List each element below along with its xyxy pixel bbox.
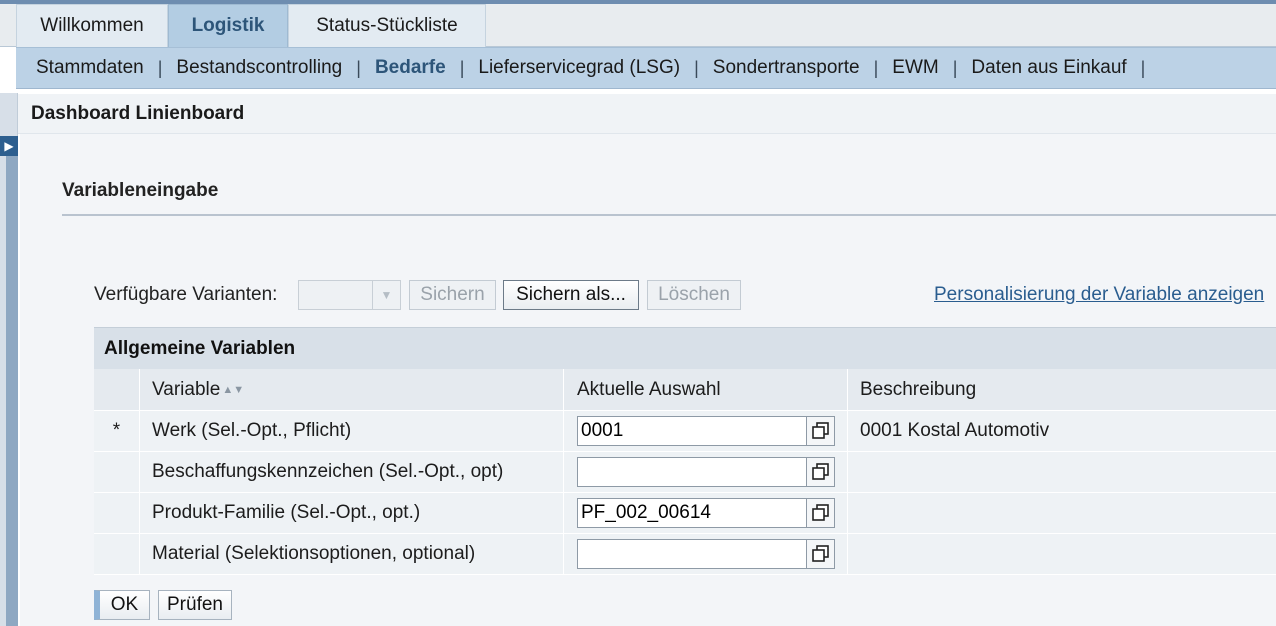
header-current-selection: Aktuelle Auswahl <box>564 369 848 410</box>
left-navigation-panel <box>0 93 18 626</box>
chevron-down-icon[interactable]: ▼ <box>372 281 400 309</box>
table-row: * Werk (Sel.-Opt., Pflicht) 0001 Kostal … <box>94 411 1276 452</box>
variable-description <box>848 493 1276 533</box>
required-marker <box>94 452 140 492</box>
check-button[interactable]: Prüfen <box>158 590 232 620</box>
separator: | <box>1140 57 1146 78</box>
separator: | <box>952 57 958 78</box>
produkt-familie-input-group <box>577 498 835 528</box>
variants-label: Verfügbare Varianten: <box>94 284 278 305</box>
separator: | <box>356 57 361 78</box>
subtab-sondertransporte[interactable]: Sondertransporte <box>713 57 860 79</box>
expand-panel-arrow-icon[interactable]: ▶ <box>0 136 18 156</box>
value-help-icon[interactable] <box>806 457 835 487</box>
material-input[interactable] <box>577 539 807 569</box>
header-variable-label: Variable <box>152 378 221 400</box>
subtab-bestandscontrolling[interactable]: Bestandscontrolling <box>176 57 342 79</box>
selection-cell <box>564 411 848 451</box>
variable-name: Beschaffungskennzeichen (Sel.-Opt., opt) <box>140 452 564 492</box>
subtab-lieferservicegrad[interactable]: Lieferservicegrad (LSG) <box>478 57 680 79</box>
value-help-icon[interactable] <box>806 498 835 528</box>
selection-cell <box>564 534 848 574</box>
produkt-familie-input[interactable] <box>577 498 807 528</box>
value-help-icon[interactable] <box>806 416 835 446</box>
subtab-daten-aus-einkauf[interactable]: Daten aus Einkauf <box>971 57 1126 79</box>
required-marker <box>94 534 140 574</box>
save-variant-button[interactable]: Sichern <box>409 280 496 310</box>
tab-logistik[interactable]: Logistik <box>168 4 288 47</box>
ok-button[interactable]: OK <box>94 590 150 620</box>
beschaffung-input-group <box>577 457 835 487</box>
separator: | <box>694 57 699 78</box>
tab-willkommen[interactable]: Willkommen <box>16 4 168 47</box>
group-header: Allgemeine Variablen <box>94 327 1276 369</box>
variable-name: Material (Selektionsoptionen, optional) <box>140 534 564 574</box>
value-help-icon[interactable] <box>806 539 835 569</box>
werk-input[interactable] <box>577 416 807 446</box>
subtab-stammdaten[interactable]: Stammdaten <box>36 57 144 79</box>
table-row: Material (Selektionsoptionen, optional) <box>94 534 1276 575</box>
sort-icon[interactable]: ▲▼ <box>222 384 244 396</box>
separator: | <box>459 57 465 78</box>
section-title: Variableneingabe <box>62 180 219 201</box>
section-divider <box>62 214 1276 216</box>
werk-input-group <box>577 416 835 446</box>
selection-cell <box>564 493 848 533</box>
table-header-row: Variable ▲▼ Aktuelle Auswahl Beschreibun… <box>94 369 1276 411</box>
header-description: Beschreibung <box>860 378 977 400</box>
variable-name: Werk (Sel.-Opt., Pflicht) <box>140 411 564 451</box>
save-as-variant-button[interactable]: Sichern als... <box>503 280 639 310</box>
variable-description: 0001 Kostal Automotiv <box>860 420 1050 441</box>
material-input-group <box>577 539 835 569</box>
level2-navigation: Stammdaten | Bestandscontrolling | Bedar… <box>16 47 1276 89</box>
table-row: Beschaffungskennzeichen (Sel.-Opt., opt) <box>94 452 1276 493</box>
header-variable[interactable]: Variable ▲▼ <box>140 369 564 410</box>
required-marker <box>94 493 140 533</box>
delete-variant-button[interactable]: Löschen <box>647 280 741 310</box>
separator: | <box>157 57 163 78</box>
header-required <box>94 369 140 410</box>
separator: | <box>873 57 879 78</box>
subtab-bedarfe[interactable]: Bedarfe <box>375 57 446 79</box>
required-marker: * <box>94 411 140 451</box>
table-row: Produkt-Familie (Sel.-Opt., opt.) <box>94 493 1276 534</box>
subtab-ewm[interactable]: EWM <box>892 57 938 79</box>
variables-table: Variable ▲▼ Aktuelle Auswahl Beschreibun… <box>94 369 1276 575</box>
beschaffungskennzeichen-input[interactable] <box>577 457 807 487</box>
tab-status-stueckliste[interactable]: Status-Stückliste <box>288 4 486 47</box>
variable-description <box>848 534 1276 574</box>
personalization-link[interactable]: Personalisierung der Variable anzeigen <box>934 284 1264 306</box>
variable-description <box>848 452 1276 492</box>
left-panel-strip <box>6 137 18 626</box>
selection-cell <box>564 452 848 492</box>
variable-name: Produkt-Familie (Sel.-Opt., opt.) <box>140 493 564 533</box>
page-title: Dashboard Linienboard <box>18 94 1276 134</box>
variants-dropdown[interactable]: ▼ <box>298 280 401 310</box>
